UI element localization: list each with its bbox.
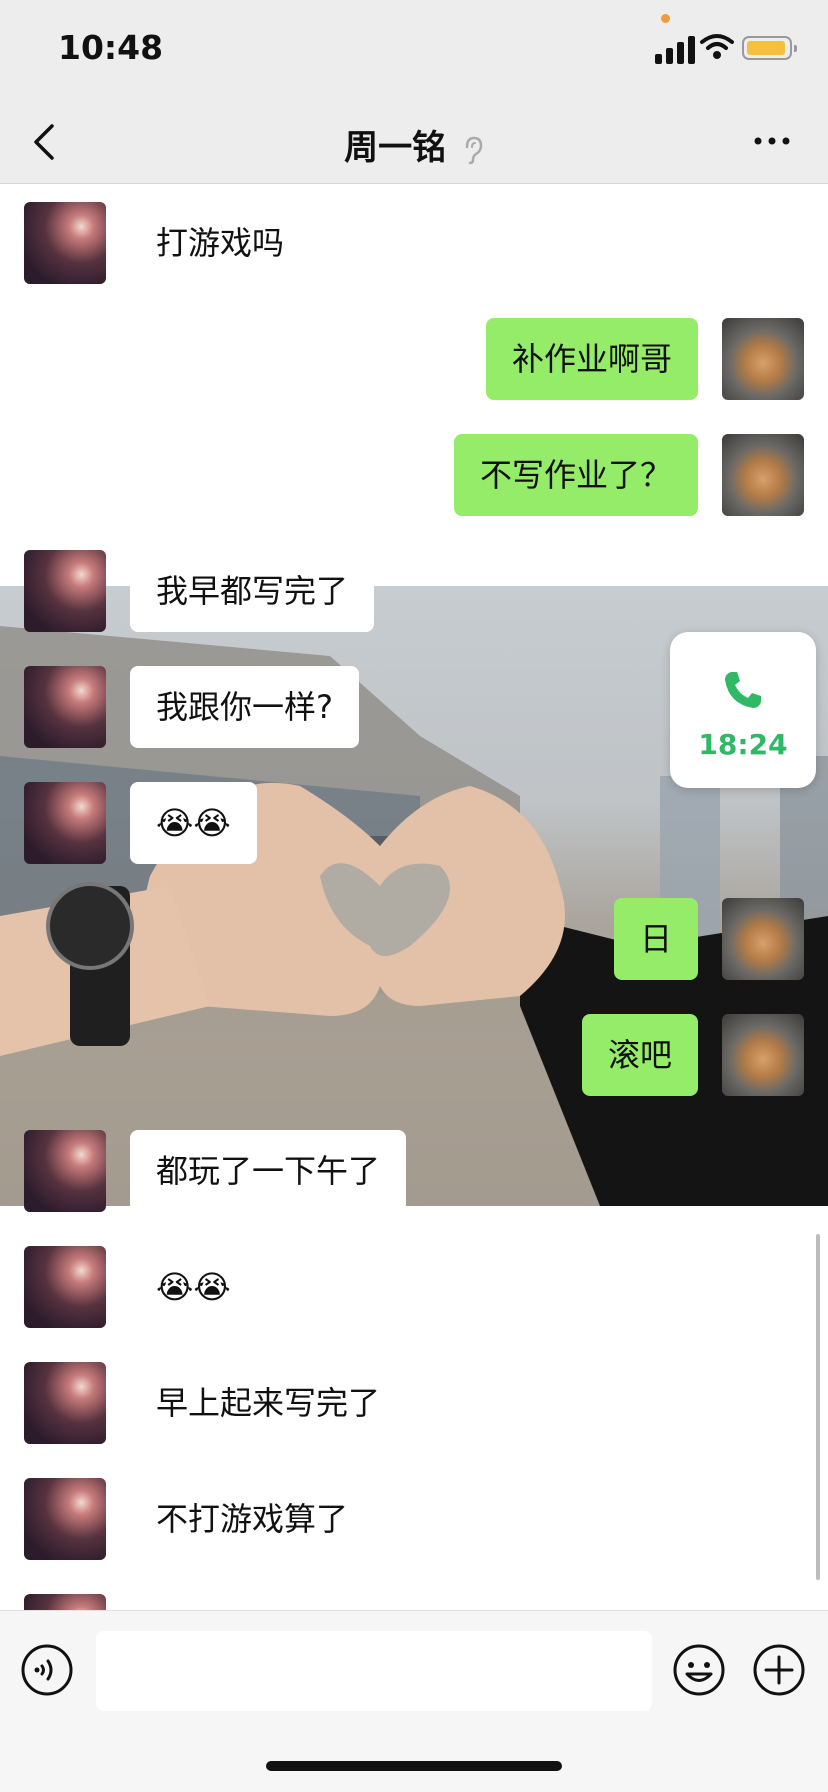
wifi-icon bbox=[700, 34, 734, 59]
status-bar: 10:48 bbox=[0, 0, 828, 100]
friend-avatar[interactable] bbox=[24, 666, 106, 748]
more-options-icon[interactable] bbox=[752, 126, 792, 156]
chat-title: 周一铭 bbox=[0, 120, 828, 169]
chat-header: 周一铭 bbox=[0, 100, 828, 184]
sent-message-bubble[interactable]: 滚吧 bbox=[581, 1014, 698, 1096]
received-message-bubble[interactable]: 都玩了一下午了 bbox=[130, 1130, 407, 1212]
received-message-bubble[interactable]: 😭😭 bbox=[130, 1246, 257, 1328]
message-list[interactable]: 打游戏吗补作业啊哥不写作业了？ 我早都写完了 我跟你一样? 😭😭 日滚吧都玩了一下午了 😭… bbox=[0, 184, 828, 1610]
my-avatar[interactable] bbox=[722, 434, 804, 516]
received-message-bubble[interactable]: 打游戏吗 bbox=[130, 202, 311, 284]
message-input[interactable] bbox=[96, 1631, 652, 1711]
friend-avatar[interactable] bbox=[24, 202, 106, 284]
friend-avatar[interactable] bbox=[24, 1362, 106, 1444]
sent-message-bubble[interactable]: 日 bbox=[613, 898, 698, 980]
friend-avatar[interactable] bbox=[24, 1478, 106, 1560]
sent-message-bubble[interactable]: 不写作业了？ bbox=[453, 434, 698, 516]
received-message-bubble[interactable]: 😭😭 bbox=[130, 782, 257, 864]
friend-avatar[interactable] bbox=[24, 550, 106, 632]
emoji-icon[interactable] bbox=[672, 1643, 726, 1697]
received-message-bubble[interactable]: 不打游戏算了 bbox=[130, 1478, 375, 1560]
call-duration: 18:24 bbox=[698, 728, 788, 761]
more-functions-plus-icon[interactable] bbox=[752, 1643, 806, 1697]
battery-icon bbox=[742, 36, 797, 60]
call-float-card[interactable]: 18:24 bbox=[670, 632, 816, 788]
input-bar bbox=[0, 1610, 828, 1792]
sent-message-bubble[interactable]: 补作业啊哥 bbox=[485, 318, 698, 400]
scrollbar[interactable] bbox=[816, 1234, 820, 1580]
phone-icon bbox=[725, 672, 761, 708]
cellular-signal-icon bbox=[655, 34, 697, 64]
contact-name: 周一铭 bbox=[344, 128, 447, 168]
received-message-bubble[interactable]: 我跟你一样? bbox=[130, 666, 359, 748]
earpiece-mode-icon bbox=[465, 136, 483, 164]
received-message-bubble[interactable]: 早上起来写完了 bbox=[130, 1362, 407, 1444]
my-avatar[interactable] bbox=[722, 318, 804, 400]
received-message-bubble[interactable]: 我早都写完了 bbox=[130, 550, 375, 632]
status-time: 10:48 bbox=[58, 28, 164, 67]
friend-avatar[interactable] bbox=[24, 1130, 106, 1212]
voice-input-icon[interactable] bbox=[20, 1643, 74, 1697]
friend-avatar[interactable] bbox=[24, 782, 106, 864]
home-indicator[interactable] bbox=[266, 1761, 562, 1771]
my-avatar[interactable] bbox=[722, 1014, 804, 1096]
friend-avatar[interactable] bbox=[24, 1594, 106, 1610]
friend-avatar[interactable] bbox=[24, 1246, 106, 1328]
privacy-indicator-dot bbox=[661, 14, 670, 23]
my-avatar[interactable] bbox=[722, 898, 804, 980]
